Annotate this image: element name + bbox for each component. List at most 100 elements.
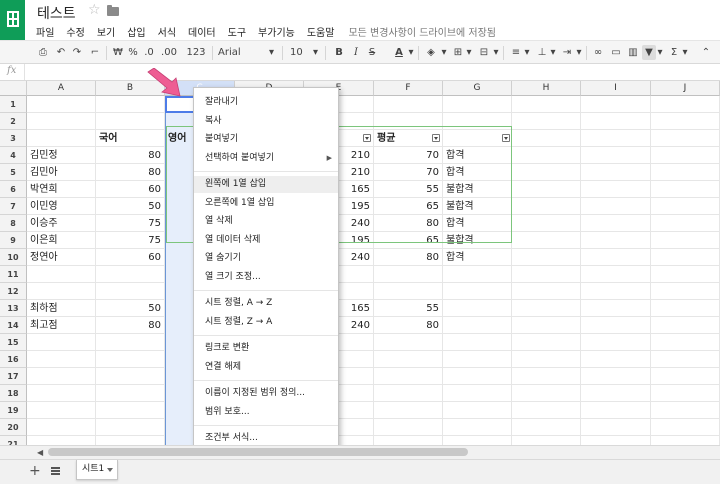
row-header-5[interactable]: 5 bbox=[0, 164, 27, 181]
name-cell[interactable]: 이승주 bbox=[27, 215, 96, 232]
menu-item[interactable]: 왼쪽에 1열 삽입 bbox=[194, 176, 338, 193]
chevron-down-icon[interactable]: ▾ bbox=[656, 45, 664, 60]
folder-icon[interactable] bbox=[107, 5, 119, 16]
grid-cell[interactable] bbox=[581, 147, 651, 164]
select-all-corner[interactable] bbox=[0, 81, 27, 96]
grid-cell[interactable] bbox=[443, 334, 512, 351]
grid-cell[interactable] bbox=[512, 419, 581, 436]
grid-cell[interactable] bbox=[374, 402, 443, 419]
align-horizontal-icon[interactable]: ≡ bbox=[509, 45, 523, 60]
chevron-down-icon[interactable]: ▾ bbox=[465, 45, 473, 60]
grid-cell[interactable] bbox=[651, 317, 720, 334]
grid-cell[interactable] bbox=[374, 351, 443, 368]
grid-cell[interactable] bbox=[512, 249, 581, 266]
grid-cell[interactable] bbox=[651, 368, 720, 385]
grid-cell[interactable] bbox=[96, 368, 165, 385]
row-header-20[interactable]: 20 bbox=[0, 419, 27, 436]
row-header-12[interactable]: 12 bbox=[0, 283, 27, 300]
summary-score-cell[interactable]: 80 bbox=[96, 317, 165, 334]
grid-cell[interactable] bbox=[27, 283, 96, 300]
grid-cell[interactable] bbox=[512, 266, 581, 283]
menu-item[interactable]: 열 데이터 삭제 bbox=[194, 232, 338, 249]
row-header-6[interactable]: 6 bbox=[0, 181, 27, 198]
grid-cell[interactable] bbox=[581, 232, 651, 249]
grid-cell[interactable] bbox=[581, 283, 651, 300]
add-sheet-icon[interactable]: + bbox=[29, 463, 41, 479]
column-header-g[interactable]: G bbox=[443, 81, 512, 96]
grid-cell[interactable] bbox=[651, 181, 720, 198]
grid-cell[interactable] bbox=[27, 96, 96, 113]
menu-file[interactable]: 파일 bbox=[30, 24, 60, 39]
menu-item[interactable]: 시트 정렬, A → Z bbox=[194, 295, 338, 312]
grid-cell[interactable] bbox=[27, 419, 96, 436]
menu-item[interactable]: 열 크기 조정... bbox=[194, 269, 338, 286]
filter-dropdown-icon[interactable] bbox=[363, 134, 371, 142]
name-cell[interactable]: 박연희 bbox=[27, 181, 96, 198]
horizontal-scrollbar[interactable]: ◀ bbox=[0, 445, 720, 459]
score-cell[interactable]: 80 bbox=[96, 164, 165, 181]
result-cell[interactable]: 합격 bbox=[443, 249, 512, 266]
menu-item[interactable]: 시트 정렬, Z → A bbox=[194, 314, 338, 331]
grid-cell[interactable] bbox=[443, 368, 512, 385]
grid-cell[interactable] bbox=[96, 113, 165, 130]
grid-cell[interactable] bbox=[443, 402, 512, 419]
grid-cell[interactable] bbox=[512, 300, 581, 317]
number-format-dropdown[interactable]: 123 ▾ bbox=[184, 45, 208, 73]
menu-item[interactable]: 선택하여 붙여넣기 ▶ bbox=[194, 150, 338, 167]
grid-cell[interactable] bbox=[96, 385, 165, 402]
text-color-button[interactable]: A bbox=[392, 45, 406, 60]
score-cell[interactable]: 80 bbox=[96, 147, 165, 164]
score-cell[interactable]: 50 bbox=[96, 198, 165, 215]
grid-cell[interactable] bbox=[512, 96, 581, 113]
scrollbar-thumb[interactable] bbox=[48, 448, 468, 456]
chevron-down-icon[interactable]: ▾ bbox=[440, 45, 448, 60]
name-cell[interactable]: 김민정 bbox=[27, 147, 96, 164]
grid-cell[interactable] bbox=[651, 283, 720, 300]
grid-cell[interactable] bbox=[374, 436, 443, 445]
grid-cell[interactable] bbox=[512, 368, 581, 385]
strikethrough-button[interactable]: S bbox=[366, 45, 378, 60]
menu-item[interactable]: 범위 보호... bbox=[194, 404, 338, 421]
sheet-tab[interactable]: 시트1 bbox=[76, 460, 118, 480]
grid-cell[interactable] bbox=[581, 385, 651, 402]
chevron-down-icon[interactable]: ▾ bbox=[523, 45, 531, 60]
summary-average-cell[interactable]: 80 bbox=[374, 317, 443, 334]
link-icon[interactable]: ∞ bbox=[591, 45, 605, 60]
grid-cell[interactable] bbox=[651, 402, 720, 419]
grid-cell[interactable] bbox=[512, 317, 581, 334]
grid-cell[interactable] bbox=[27, 130, 96, 147]
menu-item[interactable]: 열 삭제 bbox=[194, 213, 338, 230]
chevron-down-icon[interactable]: ▾ bbox=[492, 45, 500, 60]
grid-cell[interactable] bbox=[581, 130, 651, 147]
grid-cell[interactable] bbox=[443, 300, 512, 317]
score-cell[interactable]: 75 bbox=[96, 215, 165, 232]
grid-cell[interactable] bbox=[581, 96, 651, 113]
column-header-f[interactable]: F bbox=[374, 81, 443, 96]
paint-format-icon[interactable]: ⌐ bbox=[88, 45, 102, 60]
grid-cell[interactable] bbox=[443, 266, 512, 283]
grid-cell[interactable] bbox=[581, 113, 651, 130]
menu-item[interactable]: 열 숨기기 bbox=[194, 250, 338, 267]
grid-cell[interactable] bbox=[374, 266, 443, 283]
grid-cell[interactable] bbox=[581, 402, 651, 419]
save-status[interactable]: 모든 변경사항이 드라이브에 저장됨 bbox=[348, 24, 496, 39]
filter-dropdown-icon[interactable] bbox=[432, 134, 440, 142]
increase-decimal-button[interactable]: .00 bbox=[159, 45, 179, 60]
name-cell[interactable]: 이민영 bbox=[27, 198, 96, 215]
column-header-i[interactable]: I bbox=[581, 81, 651, 96]
grid-cell[interactable] bbox=[27, 385, 96, 402]
grid-cell[interactable] bbox=[27, 266, 96, 283]
row-header-9[interactable]: 9 bbox=[0, 232, 27, 249]
grid-cell[interactable] bbox=[512, 147, 581, 164]
grid-cell[interactable] bbox=[374, 283, 443, 300]
grid-cell[interactable] bbox=[443, 317, 512, 334]
menu-item[interactable]: 링크로 변환 bbox=[194, 340, 338, 357]
currency-format-button[interactable]: ₩ bbox=[112, 45, 124, 60]
document-title[interactable]: 테스트 bbox=[37, 3, 76, 23]
grid-cell[interactable] bbox=[512, 215, 581, 232]
grid-cell[interactable] bbox=[512, 351, 581, 368]
row-header-19[interactable]: 19 bbox=[0, 402, 27, 419]
menu-item[interactable]: 오른쪽에 1열 삽입 bbox=[194, 195, 338, 212]
grid-cell[interactable] bbox=[96, 334, 165, 351]
grid-cell[interactable] bbox=[651, 334, 720, 351]
